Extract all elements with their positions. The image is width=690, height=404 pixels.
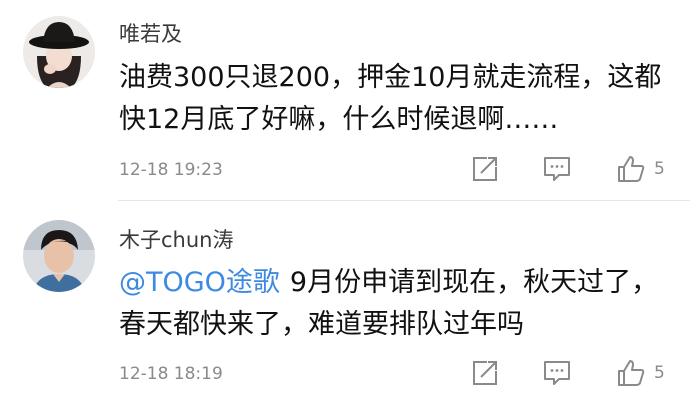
comment-text: 油费300只退200，押金10月就走流程，这都快12月底了好嘛，什么时候退啊…… [119,57,679,141]
comment-text: @TOGO途歌 9月份申请到现在，秋天过了，春天都快来了，难道要排队过年吗 [119,262,679,346]
comment-username[interactable]: 唯若及 [119,18,182,48]
share-icon [473,157,497,181]
reply-button[interactable] [542,356,572,390]
reply-button[interactable] [542,152,572,186]
like-count: 5 [654,159,665,179]
reply-icon [544,157,570,181]
like-button[interactable]: 5 [616,356,665,390]
like-button[interactable]: 5 [616,152,665,186]
comment-timestamp: 12-18 18:19 [119,364,223,384]
share-icon [473,361,497,385]
share-button[interactable] [470,356,500,390]
comment-item: 唯若及 油费300只退200，押金10月就走流程，这都快12月底了好嘛，什么时候… [0,0,690,200]
comment-body: 油费300只退200，押金10月就走流程，这都快12月底了好嘛，什么时候退啊…… [119,62,662,135]
comment-username[interactable]: 木子chun涛 [119,224,233,254]
comment-item: 木子chun涛 @TOGO途歌 9月份申请到现在，秋天过了，春天都快来了，难道要排… [0,200,690,404]
reply-icon [544,361,570,385]
thumbs-up-icon [618,360,645,386]
comment-actions: 5 [470,152,680,186]
comment-actions: 5 [470,356,680,390]
comment-timestamp: 12-18 19:23 [119,160,223,180]
like-count: 5 [654,363,665,383]
avatar[interactable] [23,220,95,292]
mention-link[interactable]: @TOGO途歌 [119,267,280,298]
share-button[interactable] [470,152,500,186]
avatar[interactable] [23,16,95,88]
thumbs-up-icon [618,156,645,182]
